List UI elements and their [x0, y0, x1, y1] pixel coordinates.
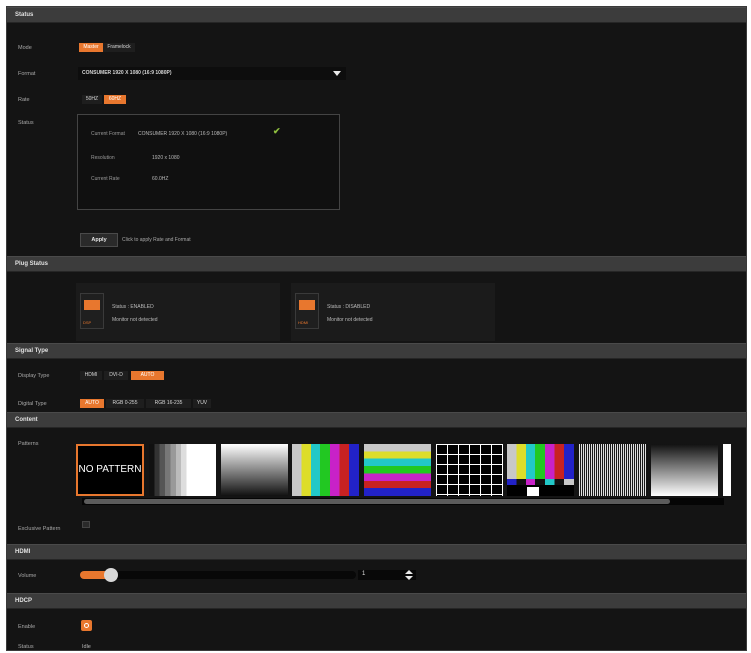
volume-slider[interactable] [80, 568, 356, 582]
checkbox-dot-icon [84, 623, 89, 628]
content-section-header: Content [7, 412, 746, 428]
apply-hint: Click to apply Rate and Format [122, 237, 191, 243]
volume-slider-thumb[interactable] [104, 568, 118, 582]
plug-card-dsp: DSP Status : ENABLED Monitor not detecte… [76, 283, 280, 341]
port-icon: DSP [80, 293, 104, 329]
digital-type-rgb-full-button[interactable]: RGB 0-255 [106, 399, 144, 408]
current-rate-label: Current Rate [91, 176, 120, 182]
hdmi-section-header: HDMI [7, 544, 746, 560]
mode-framelock-button[interactable]: Framelock [103, 43, 135, 52]
pattern-horizontal-gradient[interactable] [221, 444, 288, 496]
rate-label: Rate [18, 97, 30, 103]
port-status: Status : DISABLED [327, 304, 371, 310]
pattern-horizontal-bars[interactable] [364, 444, 431, 496]
format-select[interactable]: CONSUMER 1920 X 1080 (16:9 1080P) [78, 67, 346, 80]
digital-type-yuv-button[interactable]: YUV [193, 399, 211, 408]
exclusive-pattern-label: Exclusive Pattern [18, 526, 61, 532]
signal-type-section-header: Signal Type [7, 343, 746, 359]
status-section-header: Status [7, 7, 746, 23]
check-icon: ✔ [273, 126, 281, 136]
pattern-vertical-lines[interactable] [579, 444, 646, 496]
hdcp-status-value: Idle [82, 644, 91, 650]
digital-type-label: Digital Type [18, 401, 47, 407]
digital-type-rgb-limited-button[interactable]: RGB 16-235 [146, 399, 191, 408]
port-icon: HDMI [295, 293, 319, 329]
resolution-value: 1920 x 1080 [152, 155, 180, 161]
digital-type-auto-button[interactable]: AUTO [80, 399, 104, 408]
hdcp-section-header: HDCP [7, 593, 746, 609]
stepper-up-icon[interactable] [405, 570, 413, 574]
status-box: Current Format CONSUMER 1920 X 1080 (16:… [77, 114, 340, 210]
patterns-scrollbar-thumb[interactable] [84, 499, 670, 504]
pattern-smpte-bars[interactable] [507, 444, 574, 496]
exclusive-pattern-checkbox[interactable] [82, 521, 90, 528]
no-pattern-label: NO PATTERN [78, 464, 142, 475]
pattern-color-bars[interactable] [292, 444, 359, 496]
display-type-auto-button[interactable]: AUTO [131, 371, 164, 380]
status-label: Status [18, 120, 34, 126]
rate-50hz-button[interactable]: 50HZ [82, 95, 102, 104]
resolution-label: Resolution [91, 155, 115, 161]
rate-60hz-button[interactable]: 60HZ [104, 95, 126, 104]
hdcp-enable-checkbox[interactable] [81, 620, 92, 631]
display-type-dvi-button[interactable]: DVI-D [104, 371, 128, 380]
pattern-white[interactable] [723, 444, 731, 496]
display-type-label: Display Type [18, 373, 50, 379]
current-format-label: Current Format [91, 131, 125, 137]
plug-card-hdmi: HDMI Status : DISABLED Monitor not detec… [291, 283, 495, 341]
settings-panel: Status Mode Master Framelock Format CONS… [6, 6, 747, 651]
chevron-down-icon [333, 71, 341, 76]
patterns-label: Patterns [18, 441, 39, 447]
port-monitor: Monitor not detected [327, 317, 373, 323]
format-select-value: CONSUMER 1920 X 1080 (16:9 1080P) [82, 70, 172, 76]
patterns-scrollbar[interactable] [82, 498, 724, 505]
volume-stepper[interactable]: 1 [358, 570, 416, 580]
stepper-down-icon[interactable] [405, 576, 413, 580]
mode-master-button[interactable]: Master [79, 43, 103, 52]
volume-label: Volume [18, 573, 37, 579]
pattern-grayscale-steps[interactable] [149, 444, 216, 496]
pattern-none[interactable]: NO PATTERN [76, 444, 144, 496]
mode-label: Mode [18, 45, 32, 51]
hdcp-enable-label: Enable [18, 624, 36, 630]
pattern-crosshatch[interactable] [436, 444, 503, 496]
port-name: HDMI [298, 320, 309, 325]
current-rate-value: 60.0HZ [152, 176, 169, 182]
port-monitor: Monitor not detected [112, 317, 158, 323]
volume-value: 1 [362, 571, 366, 577]
hdcp-status-label: Status [18, 644, 34, 650]
current-format-value: CONSUMER 1920 X 1080 (16:9 1080P) [138, 131, 228, 137]
display-type-hdmi-button[interactable]: HDMI [80, 371, 102, 380]
pattern-vertical-gradient[interactable] [651, 444, 718, 496]
format-label: Format [18, 71, 36, 77]
port-name: DSP [83, 320, 92, 325]
apply-button[interactable]: Apply [80, 233, 118, 247]
plug-status-section-header: Plug Status [7, 256, 746, 272]
port-status: Status : ENABLED [112, 304, 154, 310]
